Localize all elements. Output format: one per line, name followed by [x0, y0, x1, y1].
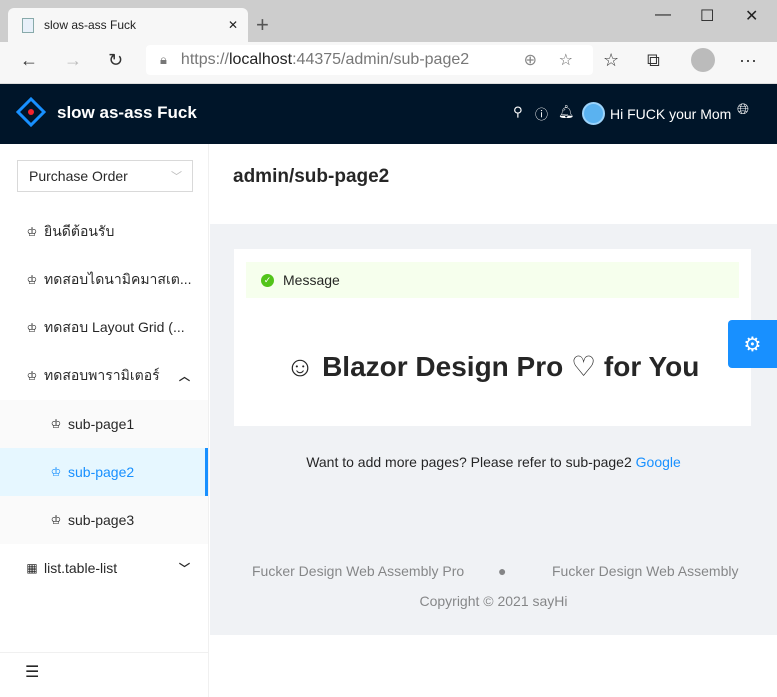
sidebar-item-parameters[interactable]: ♔ ทดสอบพารามิเตอร์ ︿: [0, 352, 208, 400]
sidebar-item-sub-page3[interactable]: ♔ sub-page3: [0, 496, 208, 544]
sidebar-item-sub-page1[interactable]: ♔ sub-page1: [0, 400, 208, 448]
divider: [0, 652, 208, 653]
sidebar-item-table-list[interactable]: ▦ list.table-list ﹀: [0, 544, 208, 592]
page-title: admin/sub-page2: [210, 144, 777, 224]
globe-icon[interactable]: 🌐︎: [737, 101, 749, 118]
logo-icon: [16, 97, 46, 127]
sidebar-item-label: sub-page2: [68, 464, 135, 480]
more-icon[interactable]: ···: [739, 50, 757, 71]
crown-icon: ♔: [26, 225, 38, 239]
minimize-button[interactable]: —: [655, 6, 671, 24]
new-tab-button[interactable]: +: [256, 12, 269, 38]
sidebar-item-label: ทดสอบพารามิเตอร์: [44, 367, 160, 383]
more-pages-text: Want to add more pages? Please refer to …: [210, 454, 777, 470]
avatar[interactable]: [582, 102, 605, 125]
app-select[interactable]: Purchase Order ﹀: [17, 160, 193, 192]
brand-title: slow as-ass Fuck: [57, 103, 197, 122]
sidebar-item-dynamic[interactable]: ♔ ทดสอบไดนามิคมาสเต...: [0, 256, 208, 304]
sidebar-item-label: sub-page1: [68, 416, 135, 432]
message-alert: ✓ Message: [246, 262, 739, 298]
select-value: Purchase Order: [29, 168, 128, 184]
crown-icon: ♔: [50, 465, 62, 479]
settings-button[interactable]: ⚙: [728, 320, 777, 368]
sidebar-item-layout-grid[interactable]: ♔ ทดสอบ Layout Grid (...: [0, 304, 208, 352]
lock-icon: 🔒︎: [160, 52, 167, 67]
hero-heading: ☺ Blazor Design Pro ♡ for You: [285, 351, 700, 382]
copyright: Copyright © 2021 sayHi: [419, 593, 568, 609]
forward-icon[interactable]: →: [64, 50, 82, 71]
crown-icon: ♔: [26, 321, 38, 335]
table-icon: ▦: [26, 561, 38, 575]
sidebar-item-label: ทดสอบไดนามิคมาสเต...: [44, 271, 192, 287]
help-icon[interactable]: ⓘ: [535, 104, 548, 123]
crown-icon: ♔: [50, 417, 62, 431]
search-icon[interactable]: ⚲: [513, 104, 523, 120]
footer-link[interactable]: Fucker Design Web Assembly: [552, 563, 738, 579]
sidebar-item-label: ยินดีต้อนรับ: [44, 223, 115, 239]
tab-title: slow as-ass Fuck: [44, 18, 137, 32]
chevron-up-icon: ︿: [179, 371, 190, 383]
collections-icon[interactable]: ⧉: [647, 50, 660, 71]
url-prefix: https://: [180, 51, 229, 68]
url-host: localhost: [228, 51, 293, 68]
crown-icon: ♔: [26, 273, 38, 287]
sidebar-item-label: list.table-list: [44, 560, 118, 576]
profile-avatar[interactable]: [691, 48, 715, 72]
more-text: Want to add more pages? Please refer to …: [306, 454, 632, 470]
back-icon[interactable]: ←: [20, 50, 38, 71]
chevron-down-icon: ﹀: [171, 171, 182, 183]
chevron-down-icon: ﹀: [179, 563, 190, 575]
add-icon[interactable]: ⊕: [524, 50, 537, 70]
gear-icon: ⚙: [743, 333, 762, 356]
crown-icon: ♔: [50, 513, 62, 527]
bell-icon[interactable]: 🔔︎: [558, 104, 575, 120]
sidebar-item-welcome[interactable]: ♔ ยินดีต้อนรับ: [0, 208, 208, 256]
close-tab-icon[interactable]: ✕: [228, 18, 238, 32]
page-icon: [22, 17, 34, 33]
favorite-add-icon[interactable]: ☆: [559, 50, 573, 70]
sidebar-item-label: sub-page3: [68, 512, 135, 528]
user-name[interactable]: Hi FUCK your Mom: [610, 106, 731, 122]
favorites-icon[interactable]: ☆: [603, 50, 619, 71]
check-circle-icon: ✓: [261, 273, 274, 287]
menu-fold-icon[interactable]: ☰: [25, 662, 39, 682]
maximize-button[interactable]: ☐: [700, 6, 714, 26]
browser-tab[interactable]: slow as-ass Fuck ✕: [8, 8, 248, 42]
close-window-button[interactable]: ✕: [745, 6, 758, 26]
url-input[interactable]: 🔒︎ https://localhost:44375/admin/sub-pag…: [146, 45, 593, 75]
url-path: :44375/admin/sub-page2: [292, 51, 470, 68]
sidebar-item-label: ทดสอบ Layout Grid (...: [44, 319, 185, 335]
footer-link-pro[interactable]: Fucker Design Web Assembly Pro: [252, 563, 464, 579]
alert-text: Message: [283, 272, 340, 288]
reload-icon[interactable]: ↻: [108, 50, 123, 71]
google-link[interactable]: Google: [636, 454, 681, 470]
crown-icon: ♔: [26, 369, 38, 383]
github-icon[interactable]: ●: [498, 563, 506, 579]
sidebar-item-sub-page2[interactable]: ♔ sub-page2: [0, 448, 208, 496]
